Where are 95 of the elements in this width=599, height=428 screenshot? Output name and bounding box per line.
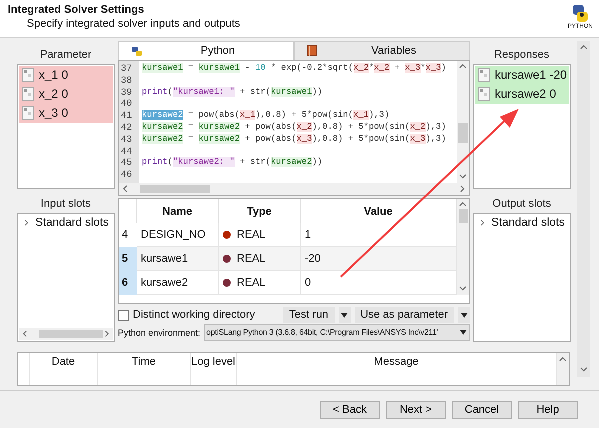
output-slots-caption: Output slots [492,197,552,212]
slot-icon [478,68,490,82]
use-as-parameter-button[interactable]: Use as parameter [354,307,454,323]
parameter-item[interactable]: x_3 0 [19,104,113,123]
checkbox-label: Distinct working directory [133,309,256,321]
line-number: 39 [120,86,134,98]
column-header[interactable]: Time [98,353,191,385]
table-cell: kursawe1 [137,247,219,271]
slot-icon [22,106,34,120]
dialog-button[interactable]: Help [518,400,578,418]
tab[interactable]: Python [118,41,294,60]
response-label: kursawe1 -20 [495,68,568,82]
tree-item[interactable]: Standard slots [19,214,113,231]
chevron-icon [559,356,567,364]
table-cell: DESIGN_NO [137,223,219,247]
chevron-icon [102,330,110,338]
code-line: print("kursawe2: " + str(kursawe2)) [142,157,324,170]
dialog-title: Integrated Solver Settings [8,4,146,16]
input-slots-caption: Input slots [40,197,92,212]
chevron-icon [459,285,467,293]
table-cell: REAL [237,228,266,240]
chevron-icon [122,185,130,193]
parameter-label: x_2 0 [39,87,68,102]
line-number: 38 [120,74,134,87]
scrollbar[interactable] [119,183,469,195]
code-line: kursawe2 = kursawe2 + pow(abs(x_3),0.8) + 5*pow(sin(x_3),3) [142,134,448,146]
table-cell: kursawe2 [137,271,219,295]
response-item[interactable]: kursawe1 -20 [475,66,569,85]
chevron-icon [22,330,30,338]
parameter-caption: Parameter [39,48,93,63]
chevron-icon [459,63,467,71]
dropdown-button[interactable] [338,307,351,323]
scrollbar-thumb[interactable] [140,185,210,193]
checkbox[interactable] [118,310,129,320]
code-line: kursawe1 = kursawe1 - 10 * exp(-0.2*sqrt(x_2*x_2 + x_3*x_3) [142,63,448,75]
parameter-item[interactable]: x_2 0 [19,84,113,104]
parameter-item[interactable]: x_1 0 [19,66,113,85]
dialog-button[interactable]: Cancel [452,400,512,418]
line-number: 43 [120,134,134,146]
table-cell: REAL [237,252,266,264]
tab[interactable]: Variables [294,41,470,60]
tree-item[interactable]: Standard slots [475,214,569,231]
test-run-button[interactable]: Test run [283,307,335,323]
tree-item-label: Standard slots [35,216,109,229]
line-number: 42 [120,122,134,134]
line-number: 45 [120,157,134,170]
code-line: print("kursawe1: " + str(kursawe1)) [142,86,324,98]
scrollbar-thumb[interactable] [458,209,468,223]
environment-dropdown[interactable]: optiSLang Python 3 (3.6.8, 64bit, C:\Program Files\ANSYS Inc\v211' [204,324,470,341]
dialog-subtitle: Specify integrated solver inputs and outputs [27,18,240,30]
parameter-label: x_3 0 [39,106,68,120]
table-cell: REAL [237,276,266,288]
chevron-icon [580,366,588,374]
scrollbar[interactable] [577,41,590,377]
scrollbar[interactable] [557,353,569,385]
code-editor[interactable] [118,60,470,196]
slot-icon [22,87,34,102]
code-line: kursawe2 = pow(abs(x_1),0.8) + 5*pow(sin(x_1),3) [142,110,391,122]
scrollbar-thumb[interactable] [458,123,468,143]
parameter-label: x_1 0 [39,68,68,82]
book-icon [307,45,319,57]
scrollbar[interactable] [457,199,469,295]
slot-icon [22,68,34,82]
code-line: kursawe2 = kursawe2 + pow(abs(x_2),0.8) + 5*pow(sin(x_2),3) [142,122,448,134]
response-item[interactable]: kursawe2 0 [475,84,569,104]
environment-label: Python environment: [118,328,201,338]
python-icon [131,46,143,56]
row-number[interactable]: 5 [119,247,137,271]
caret-icon [460,330,467,335]
response-label: kursawe2 0 [495,87,556,102]
column-header[interactable]: Log level [191,353,237,385]
dropdown-button[interactable] [458,307,470,323]
table-cell: -20 [301,247,457,271]
line-number: 40 [120,98,134,110]
caret-icon [341,312,348,318]
scrollbar[interactable] [19,328,113,340]
table-cell: 0 [301,271,457,295]
chevron-right-icon [23,218,30,227]
line-number: 46 [120,169,134,181]
row-number[interactable]: 6 [119,271,137,295]
table-cell: 1 [301,223,457,247]
dialog-button[interactable]: Next > [386,400,446,418]
line-number: 44 [120,146,134,158]
slot-icon [478,87,490,102]
line-number: 37 [120,63,134,75]
scrollbar[interactable] [457,61,469,183]
dialog-button[interactable]: < Back [320,400,380,418]
chevron-icon [580,44,588,52]
column-header[interactable]: Date [30,353,98,385]
scrollbar-thumb[interactable] [39,330,103,338]
line-number: 41 [120,110,134,122]
tree-item-label: Standard slots [491,216,565,229]
chevron-right-icon [479,218,486,227]
responses-caption: Responses [493,48,551,63]
caret-icon [460,312,468,318]
